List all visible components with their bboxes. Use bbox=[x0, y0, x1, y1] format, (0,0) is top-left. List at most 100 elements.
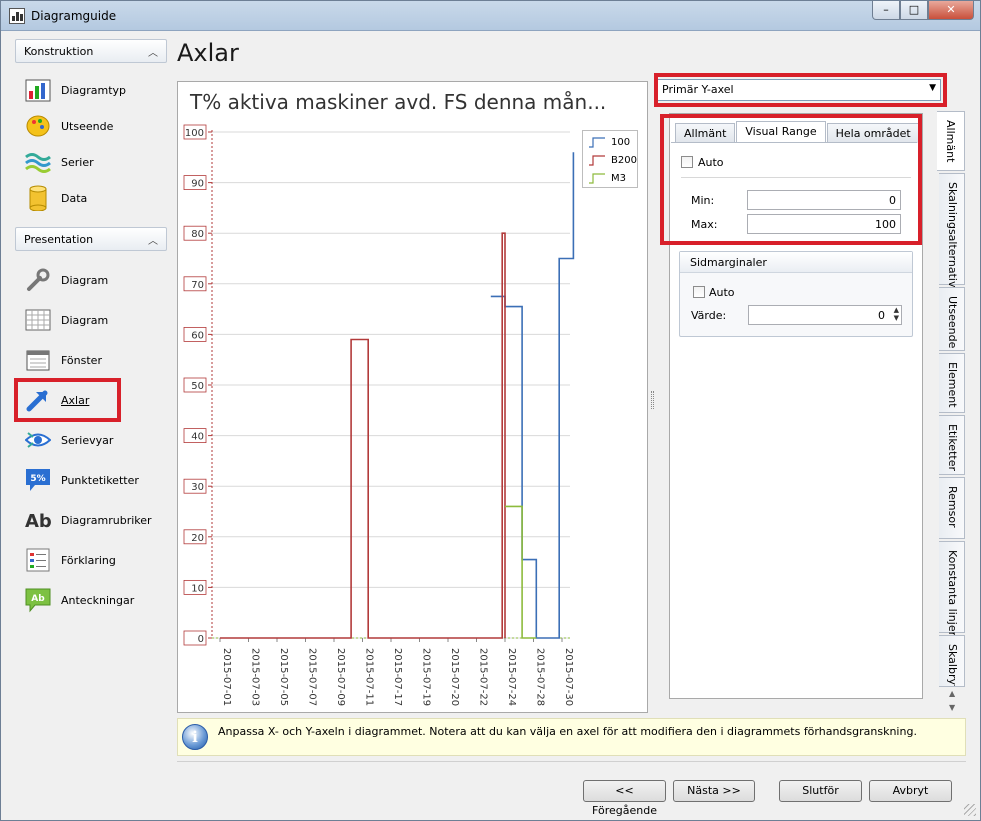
highlight-box-visual-range bbox=[660, 114, 922, 245]
nav-group-konstruktion[interactable]: Konstruktion ︿ bbox=[15, 39, 167, 63]
svg-text:Ab: Ab bbox=[31, 594, 45, 604]
x-tick-label: 2015-07-09 bbox=[335, 648, 346, 706]
vtab-skalningsalternativ[interactable]: Skalningsalternativ bbox=[939, 173, 965, 287]
legend-label: B200 bbox=[611, 154, 637, 166]
x-tick-label: 2015-07-07 bbox=[307, 648, 318, 706]
nav-group-label: Konstruktion bbox=[24, 45, 94, 58]
spin-arrows-icon[interactable]: ▲ ▼ bbox=[889, 306, 899, 322]
cancel-button[interactable]: Avbryt bbox=[869, 780, 952, 802]
database-icon bbox=[29, 185, 47, 211]
legend-icon bbox=[26, 548, 50, 572]
y-tick-label: 60 bbox=[191, 330, 204, 341]
grid-icon bbox=[25, 309, 51, 331]
chevron-up-icon: ︿ bbox=[148, 236, 158, 247]
chart-legend[interactable]: 100 B200 M3 bbox=[582, 130, 638, 188]
x-tick-label: 2015-07-11 bbox=[364, 648, 375, 706]
legend-item: M3 bbox=[587, 170, 626, 186]
y-tick-label: 90 bbox=[191, 179, 204, 190]
nav-item-label: Punktetiketter bbox=[61, 473, 139, 487]
nav-item-label: Diagramrubriker bbox=[61, 513, 152, 527]
nav-item-diagramrubriker[interactable]: Ab Diagramrubriker bbox=[25, 505, 165, 535]
vtab-utseende[interactable]: Utseende bbox=[939, 287, 965, 351]
note-icon: Ab bbox=[25, 588, 51, 613]
value-label: Värde: bbox=[691, 309, 727, 322]
x-tick-label: 2015-07-20 bbox=[449, 648, 460, 706]
vtab-label: Element bbox=[946, 362, 959, 408]
legend-swatch bbox=[589, 154, 605, 166]
nav-item-fonster[interactable]: Fönster bbox=[25, 345, 165, 375]
nav-item-utseende[interactable]: Utseende bbox=[25, 111, 165, 141]
y-tick-label: 0 bbox=[198, 634, 204, 645]
nav-item-label: Utseende bbox=[61, 119, 114, 133]
bar-chart-icon bbox=[25, 79, 51, 102]
nav-item-label: Diagramtyp bbox=[61, 83, 127, 97]
y-tick-label: 50 bbox=[191, 381, 204, 392]
nav-item-punktetiketter[interactable]: 5% Punktetiketter bbox=[25, 465, 165, 495]
previous-button[interactable]: << Föregående bbox=[583, 780, 666, 817]
resize-grip-icon[interactable] bbox=[964, 804, 976, 816]
x-tick-label: 2015-07-05 bbox=[278, 648, 289, 706]
app-chart-icon bbox=[9, 8, 25, 24]
nav-item-forklaring[interactable]: Förklaring bbox=[25, 545, 165, 575]
nav-item-label: Fönster bbox=[61, 353, 102, 367]
x-tick-label: 2015-07-28 bbox=[535, 648, 546, 706]
legend-swatch bbox=[589, 172, 605, 184]
legend-swatch bbox=[589, 136, 605, 148]
vtab-label: Konstanta linjer bbox=[946, 550, 959, 637]
vtab-skalbryt[interactable]: Skalbryt bbox=[939, 635, 965, 687]
series-icon bbox=[25, 153, 51, 173]
chevron-up-icon: ︿ bbox=[148, 48, 158, 59]
side-margins-auto-checkbox[interactable] bbox=[693, 286, 705, 298]
next-button[interactable]: Nästa >> bbox=[673, 780, 755, 802]
vtab-label: Remsor bbox=[946, 486, 959, 528]
value-stepper[interactable]: 0 ▲ ▼ bbox=[748, 305, 902, 325]
finish-button[interactable]: Slutför bbox=[779, 780, 862, 802]
minimize-icon[interactable]: – bbox=[872, 1, 900, 20]
nav-item-diagramtyp[interactable]: Diagramtyp bbox=[25, 75, 165, 105]
side-margins-auto-label: Auto bbox=[709, 286, 735, 299]
page-title: Axlar bbox=[177, 39, 239, 67]
divider bbox=[177, 761, 966, 762]
x-tick-label: 2015-07-22 bbox=[478, 648, 489, 706]
nav-group-presentation[interactable]: Presentation ︿ bbox=[15, 227, 167, 251]
maximize-icon[interactable]: □ bbox=[900, 1, 928, 20]
chart-plot[interactable]: 0 10 20 30 40 50 60 70 80 90 100 2015-07-01 2015-07-… bbox=[178, 82, 647, 712]
vtab-scroll-arrows[interactable]: ▲ ▼ bbox=[949, 687, 955, 715]
vtab-element[interactable]: Element bbox=[939, 353, 965, 413]
side-margins-group: Sidmarginaler Auto Värde: 0 ▲ ▼ bbox=[679, 251, 913, 337]
y-tick-label: 40 bbox=[191, 432, 204, 443]
percent-label-icon: 5% bbox=[26, 469, 50, 491]
y-tick-label: 10 bbox=[191, 583, 204, 594]
vtab-etiketter[interactable]: Etiketter bbox=[939, 415, 965, 475]
window-title: Diagramguide bbox=[31, 9, 117, 23]
nav-item-diagram-1[interactable]: Diagram bbox=[25, 265, 165, 295]
vtab-label: Skalbryt bbox=[946, 644, 959, 687]
nav-item-serievyar[interactable]: Serievyar bbox=[25, 425, 165, 455]
svg-text:5%: 5% bbox=[30, 474, 45, 484]
nav-item-anteckningar[interactable]: Ab Anteckningar bbox=[25, 585, 165, 615]
vtab-remsor[interactable]: Remsor bbox=[939, 477, 965, 539]
vtab-label: Etiketter bbox=[946, 424, 959, 471]
chart-preview[interactable]: T% aktiva maskiner avd. FS denna mån... … bbox=[177, 81, 648, 713]
nav-item-diagram-2[interactable]: Diagram bbox=[25, 305, 165, 335]
highlight-box-axlar bbox=[14, 378, 121, 422]
nav-item-label: Serievyar bbox=[61, 433, 114, 447]
nav-item-serier[interactable]: Serier bbox=[25, 147, 165, 177]
palette-icon bbox=[26, 115, 50, 137]
nav-item-label: Serier bbox=[61, 155, 94, 169]
close-icon[interactable]: ✕ bbox=[928, 1, 974, 20]
x-tick-label: 2015-07-01 bbox=[221, 648, 232, 706]
vtab-allmant[interactable]: Allmänt bbox=[937, 111, 965, 171]
info-text: Anpassa X- och Y-axeln i diagrammet. Not… bbox=[218, 725, 917, 738]
info-icon: i bbox=[182, 724, 208, 750]
y-tick-label: 100 bbox=[185, 128, 204, 139]
nav-item-label: Data bbox=[61, 191, 88, 205]
svg-text:Ab: Ab bbox=[25, 511, 51, 532]
eye-icon bbox=[25, 432, 51, 448]
nav-item-data[interactable]: Data bbox=[25, 183, 165, 213]
wizard-window: Diagramguide – □ ✕ Konstruktion ︿ Diagra… bbox=[0, 0, 981, 821]
panel-splitter[interactable] bbox=[651, 391, 654, 409]
y-tick-label: 20 bbox=[191, 533, 204, 544]
vtab-konstanta-linjer[interactable]: Konstanta linjer bbox=[939, 541, 965, 637]
nav-item-label: Förklaring bbox=[61, 553, 116, 567]
